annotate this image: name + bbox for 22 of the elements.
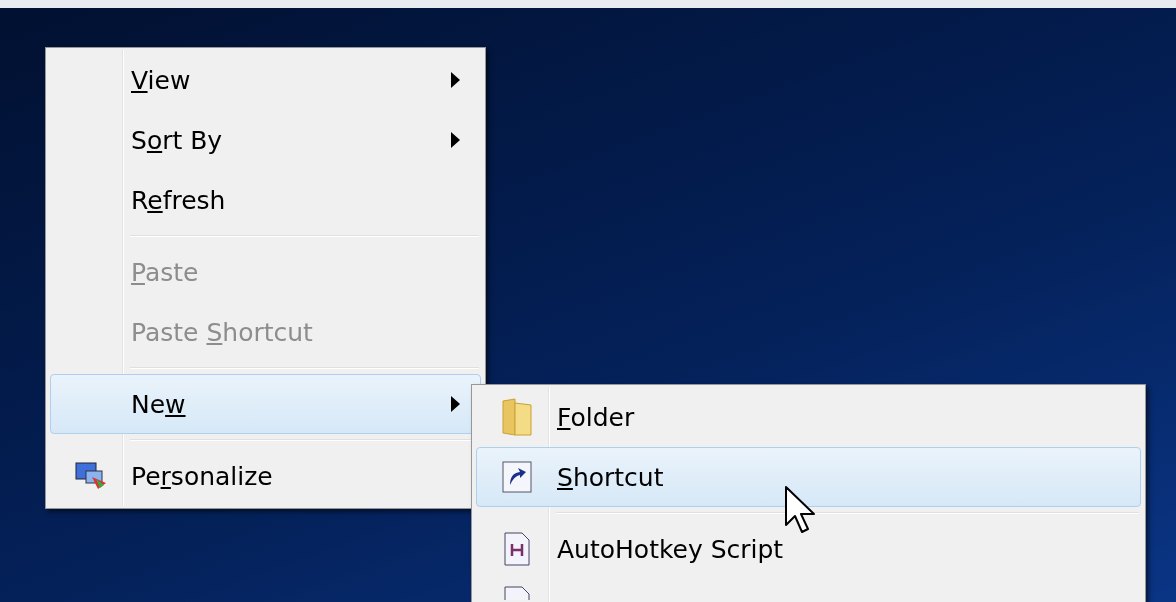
menu-item[interactable]: Sort By: [50, 110, 481, 170]
menu-item[interactable]: View: [50, 50, 481, 110]
menu-item-label: Refresh: [131, 185, 227, 215]
menu-item[interactable]: Shortcut: [476, 447, 1141, 507]
menu-item-label: Personalize: [131, 461, 274, 491]
menu-item-label: Paste: [131, 257, 200, 287]
menu-item-label: Sort By: [131, 125, 224, 155]
menu-item-label: View: [131, 65, 192, 95]
submenu-arrow-icon: [451, 396, 460, 412]
menu-item[interactable]: Refresh: [50, 170, 481, 230]
menu-item-label: New: [131, 389, 187, 419]
script-file-icon: [503, 532, 531, 566]
folder-icon: [501, 397, 533, 437]
menu-item-label: Shortcut: [557, 462, 665, 492]
submenu-arrow-icon: [451, 72, 460, 88]
menu-item-label: Paste Shortcut: [131, 317, 314, 347]
menu-item[interactable]: AutoHotkey Script: [476, 519, 1141, 579]
menu-item-label: Folder: [557, 402, 636, 432]
submenu-arrow-icon: [451, 132, 460, 148]
menu-item[interactable]: New: [50, 374, 481, 434]
display-icon: [74, 461, 108, 491]
menu-item-label: AutoHotkey Script: [557, 534, 785, 564]
